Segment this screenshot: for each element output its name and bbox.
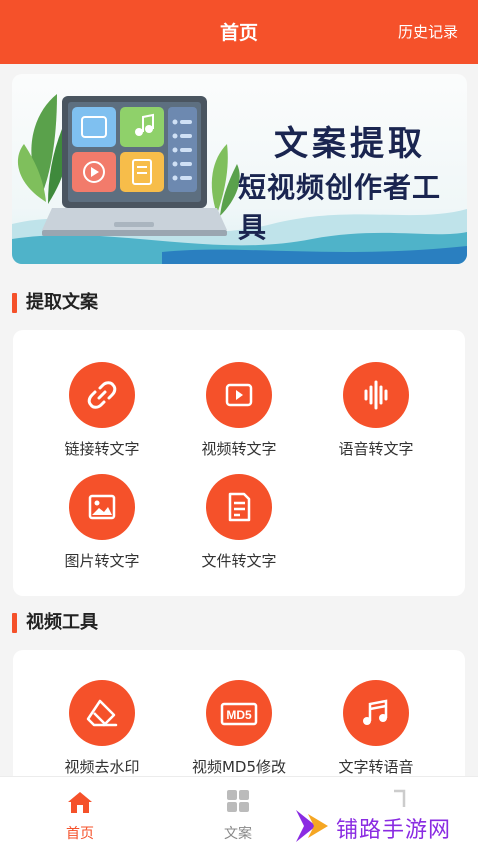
md5-icon: MD5 [206,680,272,746]
waveform-icon [343,362,409,428]
section-title-extract: 提取文案 [12,290,98,316]
svg-text:MD5: MD5 [226,708,252,722]
banner-subheadline: 短视频创作者工具 [238,171,442,244]
tool-label: 视频MD5修改 [191,758,287,776]
extract-tools-card: 链接转文字 视频转文字 语音转文字 图片转文字 文件转文字 [13,330,465,596]
tool-audio-to-text[interactable]: 语音转文字 [311,362,441,459]
watermark-logo-icon [296,810,328,842]
tool-link-to-text[interactable]: 链接转文字 [37,362,167,459]
tool-label: 文字转语音 [338,758,414,776]
banner-headline: 文案提取 [274,124,426,164]
music-note-icon [343,680,409,746]
image-icon [69,474,135,540]
link-icon [69,362,135,428]
nav-copywriting-label: 文案 [224,826,252,842]
nav-home[interactable]: 首页 [50,789,110,843]
tool-remove-watermark[interactable]: 视频去水印 [37,680,167,777]
section-accent-bar [12,293,17,313]
site-watermark: 铺路手游网 [290,800,478,850]
section-accent-bar [12,613,17,633]
tool-label: 视频转文字 [201,440,277,458]
tool-label: 文件转文字 [201,552,277,570]
eraser-icon [69,680,135,746]
tool-label: 语音转文字 [338,440,414,458]
history-button[interactable]: 历史记录 [398,21,458,42]
play-icon [206,362,272,428]
section-title-text: 视频工具 [26,612,98,633]
tool-label: 视频去水印 [64,758,140,776]
tool-label: 图片转文字 [64,552,140,570]
nav-home-label: 首页 [66,826,94,842]
tool-md5-modify[interactable]: MD5 视频MD5修改 [174,680,304,777]
tool-file-to-text[interactable]: 文件转文字 [174,474,304,571]
section-title-text: 提取文案 [26,292,98,313]
document-icon [206,474,272,540]
grid-icon [227,790,249,812]
tool-image-to-text[interactable]: 图片转文字 [37,474,167,571]
tool-video-to-text[interactable]: 视频转文字 [174,362,304,459]
tool-text-to-speech[interactable]: 文字转语音 [311,680,441,777]
nav-copywriting[interactable]: 文案 [208,789,268,843]
video-tools-card: 视频去水印 MD5 视频MD5修改 文字转语音 [13,650,465,790]
tool-label: 链接转文字 [64,440,140,458]
home-icon [68,792,92,813]
section-title-video-tools: 视频工具 [12,610,98,636]
banner[interactable]: 文案提取 短视频创作者工具 [12,74,467,264]
top-app-bar: 首页 历史记录 [0,0,478,64]
watermark-text: 铺路手游网 [336,818,452,843]
